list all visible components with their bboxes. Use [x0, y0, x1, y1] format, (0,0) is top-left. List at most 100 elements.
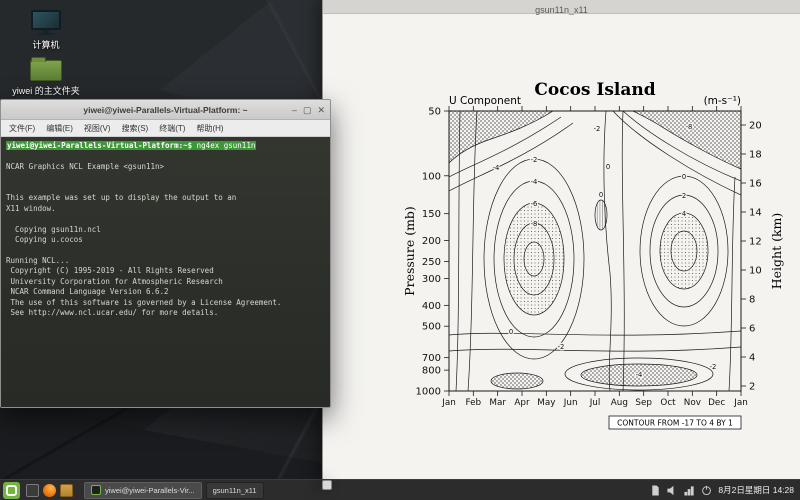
menu-button[interactable]: [3, 482, 20, 499]
desktop-icon-home-folder[interactable]: yiwei 的主文件夹: [8, 56, 84, 97]
tick-label: Jun: [563, 398, 578, 408]
taskbar-window-button[interactable]: yiwei@yiwei-Parallels-Vir...: [84, 482, 202, 499]
tick-label: 10: [749, 266, 762, 277]
plot-contours: [449, 111, 741, 391]
tick-label: 6: [749, 324, 755, 335]
folder-icon: [30, 60, 62, 81]
terminal-menu-item[interactable]: 视图(V): [84, 123, 111, 134]
tick-label: 250: [422, 257, 441, 268]
plot-title: Cocos Island: [534, 80, 655, 100]
tick-label: Aug: [611, 398, 628, 408]
contour-label: -8: [531, 220, 538, 228]
power-icon[interactable]: [701, 485, 712, 496]
desktop-icon-computer[interactable]: 计算机: [8, 10, 84, 51]
tick-label: 2: [749, 382, 755, 393]
taskbar-launchers: [26, 484, 73, 497]
tick-label: 400: [422, 301, 441, 312]
tick-label: Jan: [733, 398, 748, 408]
contour-note-box: CONTOUR FROM -17 TO 4 BY 1: [609, 416, 741, 429]
plot-left-header: U Component: [449, 95, 521, 107]
tick-label: Jan: [441, 398, 456, 408]
tick-label: 300: [422, 274, 441, 285]
x11-titlebar[interactable]: gsun11n_x11: [323, 0, 800, 14]
tick-label: Nov: [684, 398, 701, 408]
tick-label: Jul: [589, 398, 601, 408]
terminal-line: [6, 151, 325, 161]
terminal-line: [6, 214, 325, 224]
terminal-line: X11 window.: [6, 204, 325, 214]
x11-window: gsun11n_x11 Cocos Island U Component (m-…: [322, 0, 800, 479]
terminal-menubar: 文件(F) 编辑(E) 视图(V) 搜索(S) 终端(T) 帮助(H): [1, 120, 330, 137]
terminal-prompt-line: yiwei@yiwei-Parallels-Virtual-Platform:~…: [6, 141, 325, 151]
tick-label: 700: [422, 353, 441, 364]
close-button[interactable]: ✕: [317, 100, 325, 120]
contour-label: -2: [710, 363, 717, 371]
plot-ylabel-right: Height (km): [769, 213, 784, 290]
taskbar-window-button[interactable]: gsun11n_x11: [206, 482, 264, 499]
contour-label: -2: [558, 343, 565, 351]
terminal-line: See http://www.ncl.ucar.edu/ for more de…: [6, 308, 325, 318]
network-icon[interactable]: [684, 485, 695, 496]
tick-label: Feb: [466, 398, 482, 408]
tick-label: 500: [422, 322, 441, 333]
tick-label: 14: [749, 208, 762, 219]
contour-label: -4: [531, 178, 538, 186]
tick-label: 150: [422, 209, 441, 220]
contour-label: -2: [531, 156, 538, 164]
tick-label: 20: [749, 121, 762, 132]
tick-label: 800: [422, 366, 441, 377]
computer-icon: [8, 10, 84, 35]
terminal-titlebar[interactable]: yiwei@yiwei-Parallels-Virtual-Platform: …: [1, 100, 330, 120]
contour-label: 0: [509, 328, 513, 336]
volume-icon[interactable]: [667, 485, 678, 496]
terminal-menu-item[interactable]: 编辑(E): [46, 123, 73, 134]
desktop-icon-label: 计算机: [8, 38, 84, 51]
contour-label: 4: [682, 210, 686, 218]
tick-label: Apr: [514, 398, 530, 408]
x11-window-title: gsun11n_x11: [535, 5, 588, 15]
show-desktop-icon[interactable]: [26, 484, 39, 497]
terminal-line: [6, 172, 325, 182]
desktop-icon-label: yiwei 的主文件夹: [8, 84, 84, 97]
terminal-menu-item[interactable]: 搜索(S): [122, 123, 149, 134]
plot-units-label: (m-s⁻¹): [704, 95, 741, 107]
terminal-line: NCAR Command Language Version 6.6.2: [6, 287, 325, 297]
tick-label: 1000: [416, 387, 441, 398]
terminal-line: [6, 183, 325, 193]
clipboard-icon[interactable]: [650, 485, 661, 496]
tick-label: Sep: [635, 398, 652, 408]
taskbar-window-label: gsun11n_x11: [213, 486, 257, 495]
contour-label: 0: [682, 173, 686, 181]
maximize-button[interactable]: ▢: [303, 100, 312, 120]
taskbar-window-list: yiwei@yiwei-Parallels-Vir... gsun11n_x11: [84, 482, 264, 499]
contour-note: CONTOUR FROM -17 TO 4 BY 1: [617, 419, 733, 428]
tick-label: May: [537, 398, 555, 408]
terminal-output[interactable]: yiwei@yiwei-Parallels-Virtual-Platform:~…: [1, 137, 330, 407]
terminal-window-title: yiwei@yiwei-Parallels-Virtual-Platform: …: [1, 100, 330, 120]
taskbar: yiwei@yiwei-Parallels-Vir...gsun11n_x11 …: [0, 479, 800, 500]
system-tray: 8月2日星期日 14:28: [650, 484, 797, 496]
terminal-menu-item[interactable]: 帮助(H): [196, 123, 223, 134]
firefox-icon[interactable]: [43, 484, 56, 497]
terminal-window: yiwei@yiwei-Parallels-Virtual-Platform: …: [0, 99, 331, 408]
terminal-line: Running NCL...: [6, 256, 325, 266]
terminal-line: This example was set up to display the o…: [6, 193, 325, 203]
x11-canvas: Cocos Island U Component (m-s⁻¹) Pressur…: [323, 15, 800, 479]
tick-label: 18: [749, 150, 762, 161]
contour-label: 2: [682, 192, 686, 200]
contour-label: -8: [686, 123, 693, 131]
terminal-line: University Corporation for Atmospheric R…: [6, 277, 325, 287]
plot-ylabel-left: Pressure (mb): [402, 206, 417, 296]
terminal-line: Copying gsun11n.ncl: [6, 225, 325, 235]
terminal-line: [6, 245, 325, 255]
terminal-menu-item[interactable]: 文件(F): [9, 123, 35, 134]
tick-label: 100: [422, 171, 441, 182]
clock[interactable]: 8月2日星期日 14:28: [718, 484, 794, 496]
terminal-line: NCAR Graphics NCL Example <gsun11n>: [6, 162, 325, 172]
tick-label: 8: [749, 295, 755, 306]
terminal-menu-item[interactable]: 终端(T): [159, 123, 185, 134]
terminal-line: Copyright (C) 1995-2019 - All Rights Res…: [6, 266, 325, 276]
files-icon[interactable]: [60, 484, 73, 497]
minimize-button[interactable]: –: [292, 100, 297, 120]
tick-label: Dec: [708, 398, 725, 408]
